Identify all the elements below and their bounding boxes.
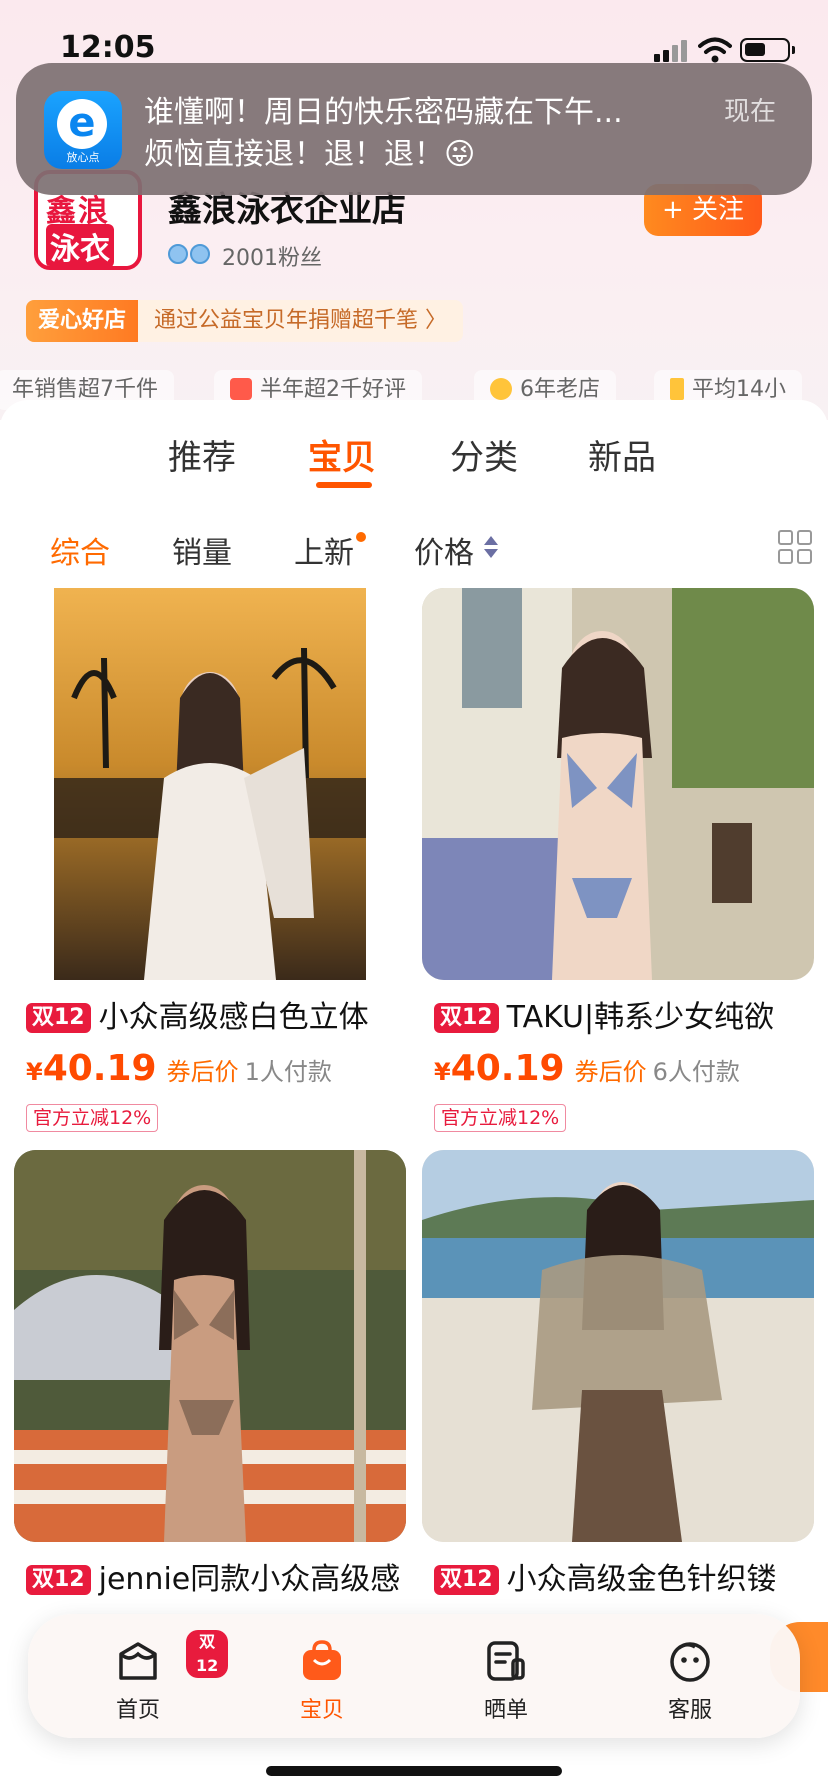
promo-tag: 双12 — [434, 1003, 499, 1033]
wifi-icon — [698, 36, 732, 64]
discount-badge: 官方立减12% — [434, 1104, 567, 1132]
product-price-row: ¥40.19 券后价 6人付款 — [434, 1048, 740, 1089]
product-price: 40.19 — [42, 1048, 157, 1089]
tab-items[interactable]: 宝贝 — [308, 430, 376, 479]
store-tabs: 推荐 宝贝 分类 新品 — [0, 430, 828, 490]
grid-layout-icon[interactable] — [778, 530, 814, 566]
fans-count: 2001粉丝 — [222, 246, 322, 271]
sort-price[interactable]: 价格 — [414, 528, 474, 572]
status-time: 12:05 — [60, 30, 156, 65]
sort-arrows-icon — [484, 536, 498, 560]
nav-items[interactable]: 宝贝 — [262, 1638, 382, 1724]
sort-overall[interactable]: 综合 — [50, 528, 110, 572]
lightning-icon — [670, 378, 684, 400]
status-bar: 12:05 — [0, 0, 828, 100]
customer-service-icon — [667, 1638, 713, 1684]
promo-tag: 双12 — [26, 1003, 91, 1033]
app-icon-label: 放心点 — [66, 151, 100, 164]
product-image[interactable] — [14, 588, 406, 980]
product-image[interactable] — [14, 1150, 406, 1542]
shopping-bag-icon — [299, 1638, 345, 1684]
tab-new[interactable]: 新品 — [588, 430, 656, 479]
sort-sales[interactable]: 销量 — [172, 528, 232, 572]
nav-home[interactable]: 首页 双12 — [78, 1630, 229, 1724]
charity-badge-text: 通过公益宝贝年捐赠超千笔 〉 — [138, 300, 464, 342]
bottom-nav: 首页 双12 宝贝 晒单 客服 — [28, 1614, 800, 1738]
product-price-row: ¥40.19 券后价 1人付款 — [26, 1048, 332, 1089]
promo-tag: 双12 — [434, 1565, 499, 1595]
charity-badge-tag: 爱心好店 — [26, 300, 139, 342]
home-indicator — [266, 1766, 562, 1776]
active-tab-indicator — [316, 482, 372, 488]
nav-reviews[interactable]: 晒单 — [446, 1638, 566, 1724]
product-image[interactable] — [422, 588, 814, 980]
payment-count: 6人付款 — [652, 1058, 740, 1086]
product-title[interactable]: 双12 TAKU|韩系少女纯欲 — [434, 992, 814, 1036]
product-title[interactable]: 双12 小众高级感白色立体 — [26, 992, 406, 1036]
product-price: 40.19 — [450, 1048, 565, 1089]
charity-store-badge[interactable]: 爱心好店 通过公益宝贝年捐赠超千笔 〉 — [26, 300, 464, 342]
sort-bar: 综合 销量 上新 价格 — [0, 528, 828, 578]
product-image[interactable] — [422, 1150, 814, 1542]
tab-recommend[interactable]: 推荐 — [168, 430, 236, 479]
product-title[interactable]: 双12 小众高级金色针织镂 — [434, 1554, 814, 1598]
product-title[interactable]: 双12 jennie同款小众高级感 — [26, 1554, 406, 1598]
new-indicator-dot — [356, 532, 366, 542]
notification-body: 烦恼直接退！退！退！😜 — [144, 137, 476, 172]
payment-count: 1人付款 — [244, 1058, 332, 1086]
discount-badge: 官方立减12% — [26, 1104, 159, 1132]
promo-badge: 双12 — [186, 1630, 229, 1678]
home-shop-icon — [115, 1638, 161, 1684]
store-age-icon — [490, 378, 512, 400]
promo-tag: 双12 — [26, 1565, 91, 1595]
cellular-signal-icon — [654, 40, 688, 62]
battery-icon — [740, 38, 795, 62]
tab-categories[interactable]: 分类 — [450, 430, 518, 479]
thumbs-up-icon — [230, 378, 252, 400]
store-logo-text-2: 泳衣 — [46, 224, 114, 266]
nav-service[interactable]: 客服 — [630, 1638, 750, 1724]
sort-newest[interactable]: 上新 — [294, 528, 354, 572]
review-note-icon — [483, 1638, 529, 1684]
app-icon: e 放心点 — [44, 91, 122, 169]
crown-rating-icon — [168, 244, 214, 264]
